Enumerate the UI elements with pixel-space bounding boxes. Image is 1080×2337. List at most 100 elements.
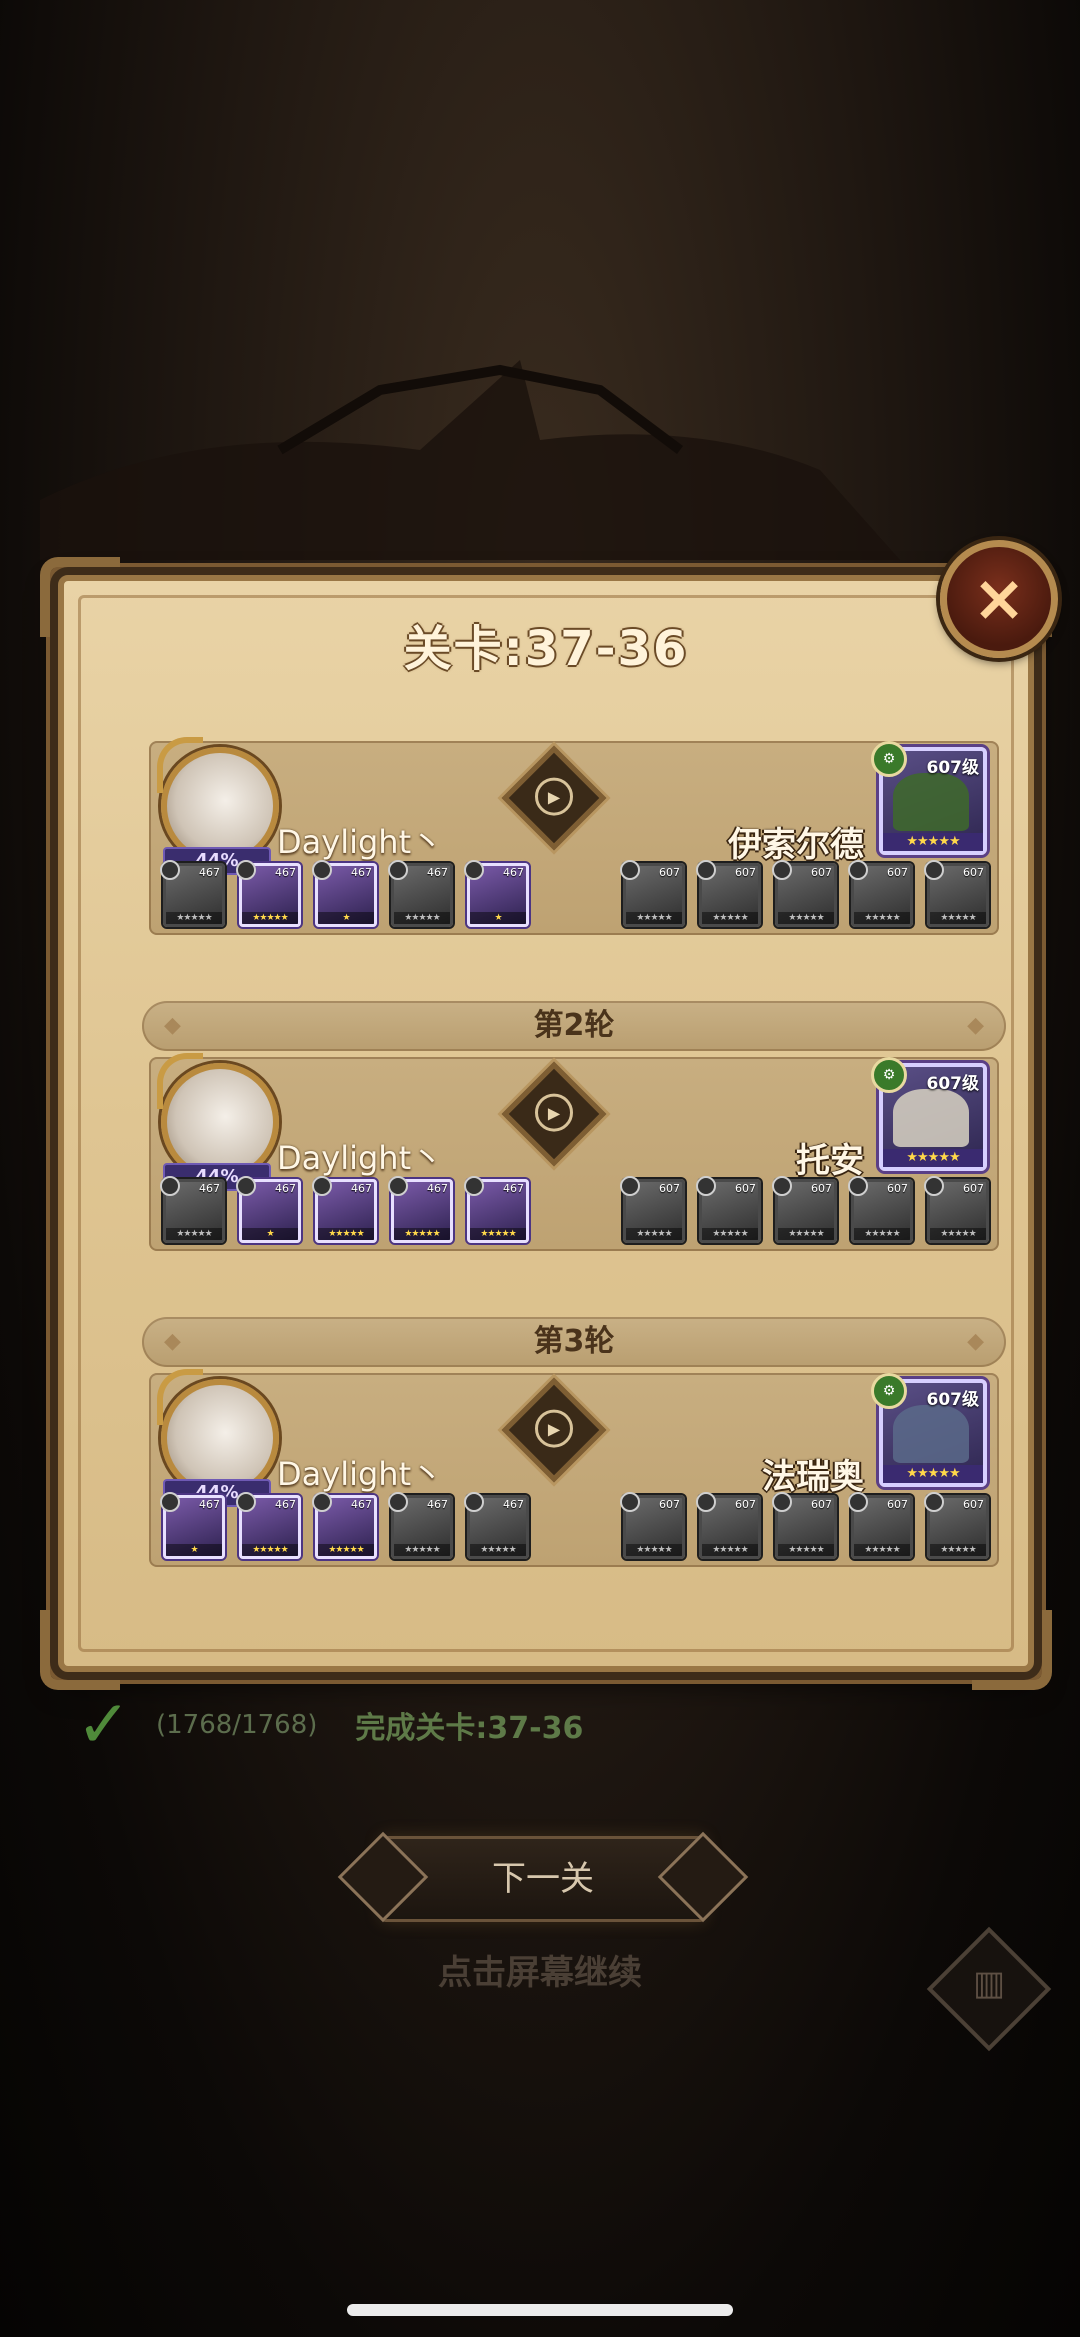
hero-level: 607 <box>887 866 908 879</box>
faction-icon <box>312 1492 332 1512</box>
hero-stars: ★★★★★ <box>242 1544 298 1556</box>
player-hero[interactable]: 467 ★ <box>160 1492 225 1559</box>
enemy-name: 法瑞奥 <box>762 1457 864 1497</box>
enemy-hero[interactable]: 607 ★★★★★ <box>772 860 837 927</box>
hero-stars: ★★★★★ <box>854 1544 910 1556</box>
player-hero[interactable]: 467 ★ <box>236 1176 301 1243</box>
enemy-hero[interactable]: 607 ★★★★★ <box>924 1176 989 1243</box>
enemy-hero[interactable]: 607 ★★★★★ <box>924 860 989 927</box>
hero-stars: ★ <box>166 1544 222 1556</box>
hero-stars: ★★★★★ <box>470 1228 526 1240</box>
next-stage-button[interactable]: 下一关 <box>380 1836 706 1922</box>
hero-stars: ★ <box>242 1228 298 1240</box>
faction-icon <box>848 860 868 880</box>
enemy-boss-portrait[interactable]: ⚙ 607级 ★★★★★ <box>871 741 987 855</box>
boss-art <box>893 1089 969 1147</box>
enemy-hero[interactable]: 607 ★★★★★ <box>924 1492 989 1559</box>
faction-icon <box>388 1492 408 1512</box>
faction-icon <box>848 1492 868 1512</box>
progress-count: (1768/1768) <box>156 1710 318 1740</box>
faction-icon <box>388 860 408 880</box>
enemy-hero[interactable]: 607 ★★★★★ <box>848 1176 913 1243</box>
player-hero[interactable]: 467 ★★★★★ <box>464 1176 529 1243</box>
faction-icon <box>924 1492 944 1512</box>
hero-stars: ★★★★★ <box>166 1228 222 1240</box>
hero-level: 607 <box>735 1498 756 1511</box>
play-icon: ▶ <box>535 1409 573 1448</box>
hero-stars: ★★★★★ <box>930 1228 986 1240</box>
hero-stars: ★★★★★ <box>854 1228 910 1240</box>
hero-level: 467 <box>199 866 220 879</box>
replay-button[interactable]: ▶ <box>501 745 607 851</box>
hero-level: 467 <box>351 866 372 879</box>
hero-stars: ★★★★★ <box>470 1544 526 1556</box>
player-hero[interactable]: 467 ★ <box>312 860 377 927</box>
faction-icon <box>848 1176 868 1196</box>
faction-icon <box>772 860 792 880</box>
enemy-hero[interactable]: 607 ★★★★★ <box>696 1492 761 1559</box>
player-hero[interactable]: 467 ★★★★★ <box>236 860 301 927</box>
hero-level: 607 <box>811 1498 832 1511</box>
play-icon: ▶ <box>535 777 573 816</box>
enemy-hero[interactable]: 607 ★★★★★ <box>772 1176 837 1243</box>
faction-icon <box>160 860 180 880</box>
enemy-hero[interactable]: 607 ★★★★★ <box>620 860 685 927</box>
enemy-hero[interactable]: 607 ★★★★★ <box>696 1176 761 1243</box>
hero-stars: ★★★★★ <box>778 1544 834 1556</box>
hero-stars: ★★★★★ <box>930 912 986 924</box>
stage-complete-row: ✓ (1768/1768) 完成关卡:37-36 <box>76 1686 583 1763</box>
player-hero[interactable]: 467 ★★★★★ <box>388 1176 453 1243</box>
enemy-boss-portrait[interactable]: ⚙ 607级 ★★★★★ <box>871 1057 987 1171</box>
hero-level: 467 <box>275 1182 296 1195</box>
hero-level: 467 <box>351 1182 372 1195</box>
next-stage-label: 下一关 <box>492 1859 594 1899</box>
player-hero[interactable]: 467 ★★★★★ <box>464 1492 529 1559</box>
enemy-hero[interactable]: 607 ★★★★★ <box>848 1492 913 1559</box>
player-hero[interactable]: 467 ★★★★★ <box>160 1176 225 1243</box>
enemy-hero[interactable]: 607 ★★★★★ <box>848 860 913 927</box>
corner-ornament <box>40 1610 120 1690</box>
battle-result-panel: 关卡:37-36 44% Daylight丶 ▶ 伊索尔德 ⚙ 607级 ★★★★★ 467 ★… <box>40 557 1052 1690</box>
close-button[interactable]: × <box>940 540 1058 658</box>
player-hero[interactable]: 467 ★★★★★ <box>312 1176 377 1243</box>
hero-level: 467 <box>275 866 296 879</box>
faction-icon <box>236 860 256 880</box>
replay-button[interactable]: ▶ <box>501 1377 607 1483</box>
player-hero[interactable]: 467 ★★★★★ <box>236 1492 301 1559</box>
hero-stars: ★★★★★ <box>702 912 758 924</box>
enemy-boss-portrait[interactable]: ⚙ 607级 ★★★★★ <box>871 1373 987 1487</box>
enemy-hero[interactable]: 607 ★★★★★ <box>620 1492 685 1559</box>
hero-level: 467 <box>427 866 448 879</box>
hero-level: 467 <box>503 1182 524 1195</box>
checkmark-icon: ✓ <box>76 1686 132 1763</box>
faction-icon <box>312 860 332 880</box>
hero-stars: ★★★★★ <box>702 1228 758 1240</box>
boss-level: 607级 <box>926 758 980 778</box>
replay-button[interactable]: ▶ <box>501 1061 607 1167</box>
faction-icon <box>464 1492 484 1512</box>
enemy-hero[interactable]: 607 ★★★★★ <box>620 1176 685 1243</box>
player-hero[interactable]: 467 ★★★★★ <box>160 860 225 927</box>
faction-icon: ⚙ <box>871 1373 907 1409</box>
enemy-hero[interactable]: 607 ★★★★★ <box>696 860 761 927</box>
faction-icon <box>236 1492 256 1512</box>
player-hero[interactable]: 467 ★★★★★ <box>312 1492 377 1559</box>
enemy-hero[interactable]: 607 ★★★★★ <box>772 1492 837 1559</box>
faction-icon <box>696 860 716 880</box>
hero-stars: ★★★★★ <box>626 1544 682 1556</box>
boss-art <box>893 1405 969 1463</box>
player-hero[interactable]: 467 ★★★★★ <box>388 860 453 927</box>
boss-stars: ★★★★★ <box>883 1149 983 1167</box>
hero-level: 467 <box>503 1498 524 1511</box>
player-hero[interactable]: 467 ★★★★★ <box>388 1492 453 1559</box>
player-team: 467 ★★★★★ 467 ★ 467 ★★★★★ 467 ★★★★★ 467 ★★★★★ <box>160 1176 529 1243</box>
hero-level: 607 <box>811 1182 832 1195</box>
faction-icon: ⚙ <box>871 1057 907 1093</box>
bar-chart-icon: ▥ <box>972 1963 1006 2004</box>
player-hero[interactable]: 467 ★ <box>464 860 529 927</box>
hero-stars: ★★★★★ <box>854 912 910 924</box>
hero-level: 607 <box>735 866 756 879</box>
player-team: 467 ★★★★★ 467 ★★★★★ 467 ★ 467 ★★★★★ 467 ★ <box>160 860 529 927</box>
hero-stars: ★★★★★ <box>394 912 450 924</box>
close-icon: × <box>972 562 1026 636</box>
